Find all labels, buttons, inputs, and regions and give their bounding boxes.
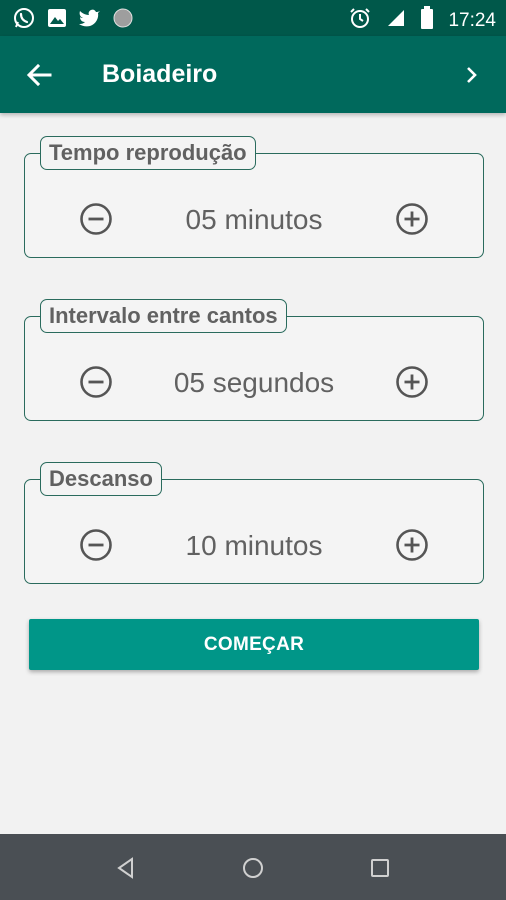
increase-button[interactable] [394, 527, 430, 563]
minus-circle-icon [80, 366, 112, 398]
setting-value: 05 minutos [185, 204, 323, 235]
nav-home-button[interactable] [237, 852, 269, 884]
setting-value: 05 segundos [173, 367, 335, 398]
plus-circle-icon [396, 366, 428, 398]
battery-icon [420, 6, 434, 35]
status-right-icons: 17:24 [348, 6, 496, 35]
arrow-left-icon [26, 63, 52, 87]
next-button[interactable] [460, 60, 484, 90]
setting-card-interval: Intervalo entre cantos 05 segundos [24, 299, 484, 421]
minus-circle-icon [80, 529, 112, 561]
status-bar: 17:24 [0, 0, 506, 36]
minus-circle-icon [80, 203, 112, 235]
setting-label: Tempo reprodução [40, 136, 256, 170]
increase-button[interactable] [394, 201, 430, 237]
decrease-button[interactable] [78, 201, 114, 237]
status-time: 17:24 [448, 9, 496, 31]
setting-value: 10 minutos [185, 530, 323, 561]
nav-recents-button[interactable] [364, 852, 396, 884]
back-button[interactable] [22, 60, 56, 90]
nav-back-button[interactable] [110, 852, 142, 884]
alarm-icon [348, 6, 372, 35]
twitter-icon [78, 7, 102, 34]
decrease-button[interactable] [78, 527, 114, 563]
home-circle-icon [243, 858, 263, 878]
circle-icon [112, 7, 134, 34]
app-bar: Boiadeiro [0, 36, 506, 113]
chevron-right-icon [467, 67, 477, 83]
back-triangle-icon [117, 857, 133, 879]
recents-square-icon [371, 859, 389, 877]
setting-card-playback-time: Tempo reprodução 05 minutos [24, 136, 484, 258]
setting-card-rest: Descanso 10 minutos [24, 462, 484, 584]
increase-button[interactable] [394, 364, 430, 400]
page-title: Boiadeiro [102, 60, 218, 88]
system-nav-bar [0, 834, 506, 900]
decrease-button[interactable] [78, 364, 114, 400]
whatsapp-icon [12, 6, 36, 35]
start-button[interactable]: COMEÇAR [29, 619, 479, 670]
status-left-icons [12, 6, 134, 35]
signal-icon [386, 8, 406, 33]
plus-circle-icon [396, 529, 428, 561]
plus-circle-icon [396, 203, 428, 235]
setting-label: Intervalo entre cantos [40, 299, 287, 333]
setting-label: Descanso [40, 462, 162, 496]
image-icon [46, 7, 68, 34]
